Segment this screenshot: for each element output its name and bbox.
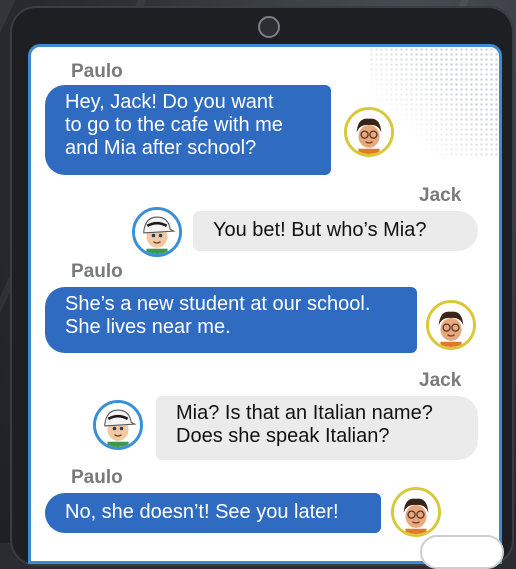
message-text: No, she doesn’t! See you later! <box>65 501 339 523</box>
message-text: Does she speak Italian? <box>176 425 390 447</box>
sender-name-paulo: Paulo <box>71 61 123 82</box>
message-bubble-paulo[interactable]: No, she doesn’t! See you later! <box>45 493 381 533</box>
message-bubble-jack[interactable]: Mia? Is that an Italian name? Does she s… <box>156 396 478 460</box>
camera-icon <box>258 16 280 38</box>
sender-name-paulo: Paulo <box>71 467 123 488</box>
message-text: She’s a new student at our school. <box>65 293 371 315</box>
message-bubble-paulo[interactable]: She’s a new student at our school. She l… <box>45 287 417 353</box>
partial-bubble-edge <box>420 535 504 569</box>
jack-avatar-icon <box>132 207 182 257</box>
message-text: Hey, Jack! Do you want <box>65 91 274 113</box>
sender-name-jack: Jack <box>419 370 462 391</box>
sender-name-jack: Jack <box>419 185 462 206</box>
message-text: Mia? Is that an Italian name? <box>176 402 433 424</box>
message-text: and Mia after school? <box>65 137 257 159</box>
chat-screen: Paulo Hey, Jack! Do you want to go to th… <box>28 44 502 564</box>
paulo-avatar-icon <box>344 107 394 157</box>
jack-avatar-icon <box>93 400 143 450</box>
sender-name-paulo: Paulo <box>71 261 123 282</box>
message-bubble-paulo[interactable]: Hey, Jack! Do you want to go to the cafe… <box>45 85 331 175</box>
message-text: She lives near me. <box>65 316 231 338</box>
paulo-avatar-icon <box>391 487 441 537</box>
paulo-avatar-icon <box>426 300 476 350</box>
message-bubble-jack[interactable]: You bet! But who’s Mia? <box>193 211 478 251</box>
message-text: to go to the cafe with me <box>65 114 283 136</box>
message-text: You bet! But who’s Mia? <box>213 219 427 241</box>
